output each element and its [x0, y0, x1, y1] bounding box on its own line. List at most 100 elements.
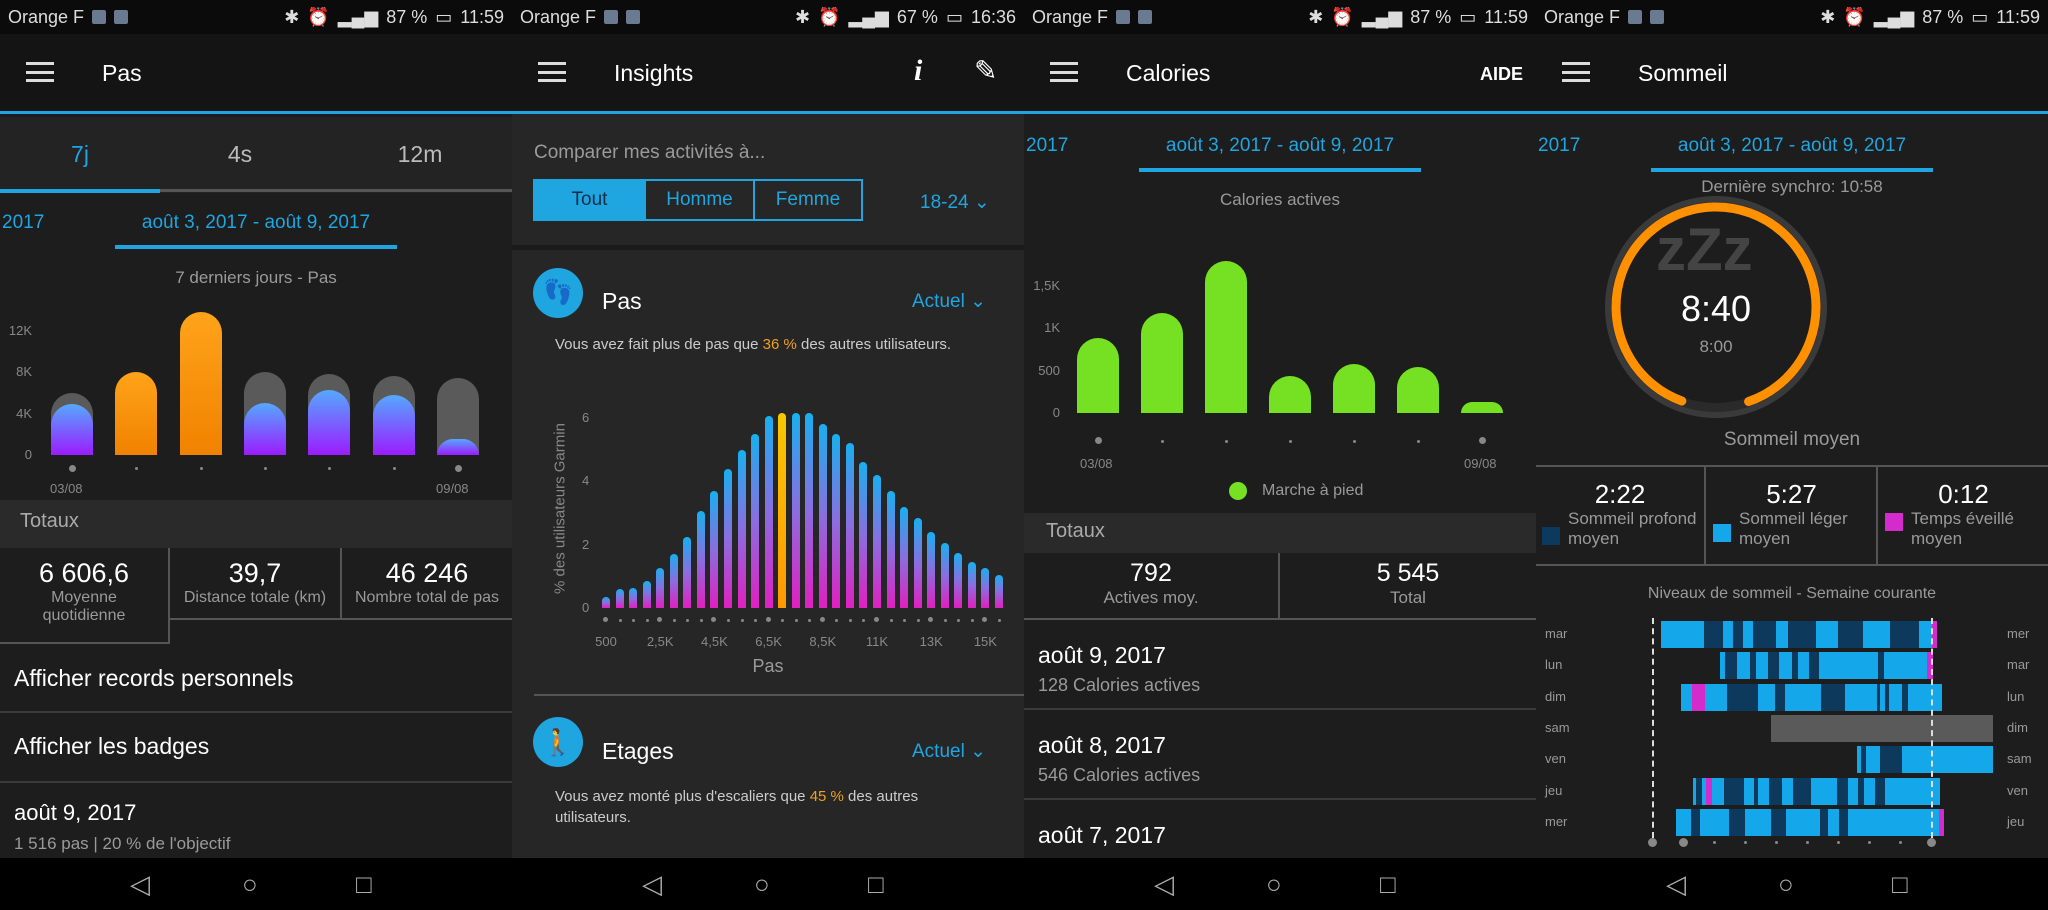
prev-range[interactable]: 2017: [2, 212, 44, 234]
stat-label: Nombre total de pas: [354, 589, 500, 606]
bluetooth-icon: ✱: [794, 6, 811, 27]
age-dropdown[interactable]: 18-24 ⌄: [920, 191, 990, 214]
page-title: Calories: [1126, 60, 1211, 86]
sleep-segment: [1837, 777, 1849, 805]
x-tick-label: 09/08: [436, 481, 469, 496]
floors-period-dropdown[interactable]: Actuel ⌄: [912, 740, 986, 763]
sleep-segment: [1756, 652, 1769, 680]
recents-icon[interactable]: □: [1380, 871, 1396, 897]
sleep-stats: 2:22 Sommeil profond moyen 5:27 Sommeil lé…: [1536, 465, 2048, 566]
distribution-bar: [927, 531, 936, 608]
signal-icon: ▂▄▆: [1361, 6, 1403, 27]
clock: 11:59: [1484, 6, 1528, 27]
sleep-segment: [1782, 777, 1794, 805]
menu-icon[interactable]: [538, 62, 566, 82]
notification-icon: [1628, 10, 1643, 24]
app-bar: Calories AIDE: [1024, 34, 1536, 114]
carrier: Orange F: [1544, 6, 1621, 27]
x-tick-dot: [970, 619, 974, 622]
sleep-segment: [1758, 777, 1770, 805]
recents-icon[interactable]: □: [356, 871, 372, 897]
x-tick-dot: [454, 465, 462, 472]
legend-swatch: [1229, 482, 1247, 500]
menu-icon[interactable]: [1562, 62, 1590, 82]
edit-icon[interactable]: ✎: [974, 54, 997, 87]
chart-title: 7 derniers jours - Pas: [175, 268, 337, 287]
sleep-screen: Orange F ✱ ⏰ ▂▄▆ 87 % ▭ 11:59 Sommeil 2017 aoû…: [1536, 0, 2048, 910]
distribution-bar: [656, 568, 665, 608]
x-tick-label: 13K: [919, 634, 943, 649]
distribution-bar: [791, 413, 800, 608]
x-tick-dot: [618, 619, 622, 622]
day-entry[interactable]: août 9, 2017 128 Calories actives: [1024, 620, 1536, 710]
stat-awake: 0:12 Temps éveillé moyen: [1879, 467, 2048, 564]
sleep-segment: [1768, 777, 1783, 805]
sleep-segment: [1784, 683, 1822, 711]
x-tick-dot: [794, 619, 798, 622]
back-icon[interactable]: ◁: [1154, 871, 1174, 897]
badges-link[interactable]: Afficher les badges: [0, 713, 512, 783]
row-label-left: mar: [1545, 626, 1568, 641]
steps-comparison-text: Vous avez fait plus de pas que 36 % des …: [555, 336, 951, 353]
tab-4s[interactable]: 4s: [160, 141, 320, 168]
app-bar: Sommeil: [1536, 34, 2048, 114]
back-icon[interactable]: ◁: [642, 871, 662, 897]
back-icon[interactable]: ◁: [1666, 871, 1686, 897]
sleep-segment: [1724, 652, 1738, 680]
segment-male[interactable]: Homme: [644, 181, 753, 219]
back-icon[interactable]: ◁: [130, 871, 150, 897]
stat-label: Actives moy.: [1103, 588, 1199, 607]
prev-range[interactable]: 2017: [1538, 135, 1580, 157]
x-tick-dot: [1289, 440, 1292, 443]
distribution-bar: [886, 490, 895, 608]
date-range[interactable]: août 3, 2017 - août 9, 2017: [115, 212, 397, 234]
home-icon[interactable]: ○: [1778, 871, 1794, 897]
day-entry[interactable]: août 8, 2017 546 Calories actives: [1024, 710, 1536, 800]
day-entry[interactable]: août 9, 2017 1 516 pas | 20 % de l'object…: [14, 800, 231, 854]
prev-range[interactable]: 2017: [1026, 135, 1068, 157]
info-icon[interactable]: i: [914, 54, 922, 88]
sleep-segment: [1847, 808, 1940, 836]
bluetooth-icon: ✱: [284, 6, 300, 27]
steps-period-dropdown[interactable]: Actuel ⌄: [912, 290, 986, 313]
x-tick-dot: [603, 617, 608, 622]
x-tick-dot: [1775, 841, 1778, 844]
calorie-bar: [1397, 366, 1439, 413]
steps-bar: [436, 439, 479, 455]
recents-icon[interactable]: □: [1892, 871, 1908, 897]
chart-title: Niveaux de sommeil - Semaine courante: [1647, 585, 1937, 602]
personal-records-link[interactable]: Afficher records personnels: [0, 645, 512, 713]
help-button[interactable]: AIDE: [1480, 64, 1523, 85]
row-label-right: mer: [2007, 626, 2030, 641]
date-range[interactable]: août 3, 2017 - août 9, 2017: [1139, 135, 1421, 157]
x-tick-label: 15K: [973, 634, 997, 649]
date-range[interactable]: août 3, 2017 - août 9, 2017: [1651, 135, 1933, 157]
dashed-marker: [1652, 618, 1654, 838]
footsteps-icon: 👣: [533, 268, 583, 318]
menu-icon[interactable]: [26, 62, 54, 82]
floors-comparison-text: Vous avez monté plus d'escaliers que 45 …: [555, 786, 995, 828]
segment-all[interactable]: Tout: [535, 181, 644, 219]
menu-icon[interactable]: [1050, 62, 1078, 82]
android-nav-bar: ◁ ○ □: [1536, 858, 2048, 910]
tab-12m[interactable]: 12m: [340, 141, 500, 168]
x-tick-dot: [392, 467, 396, 470]
stat-light: 5:27 Sommeil léger moyen: [1707, 467, 1878, 564]
distribution-bar: [913, 517, 922, 608]
distribution-bar: [805, 413, 814, 608]
stat-distance: 39,7 Distance totale (km): [170, 548, 342, 620]
distribution-bar: [981, 568, 990, 608]
x-tick-dot: [928, 617, 934, 622]
range-underline: [115, 245, 397, 249]
recents-icon[interactable]: □: [868, 871, 884, 897]
zzz-icon: zZz: [1656, 216, 1753, 283]
stat-label: Sommeil léger moyen: [1739, 509, 1848, 548]
home-icon[interactable]: ○: [1266, 871, 1282, 897]
tab-7j[interactable]: 7j: [0, 141, 160, 168]
home-icon[interactable]: ○: [754, 871, 770, 897]
home-icon[interactable]: ○: [242, 871, 258, 897]
stat-label: Sommeil profond moyen: [1568, 509, 1697, 548]
status-bar: Orange F ✱ ⏰ ▂▄▆ 87 % ▭ 11:59: [1536, 0, 2048, 34]
x-tick-dot: [1225, 440, 1228, 443]
segment-female[interactable]: Femme: [753, 181, 861, 219]
